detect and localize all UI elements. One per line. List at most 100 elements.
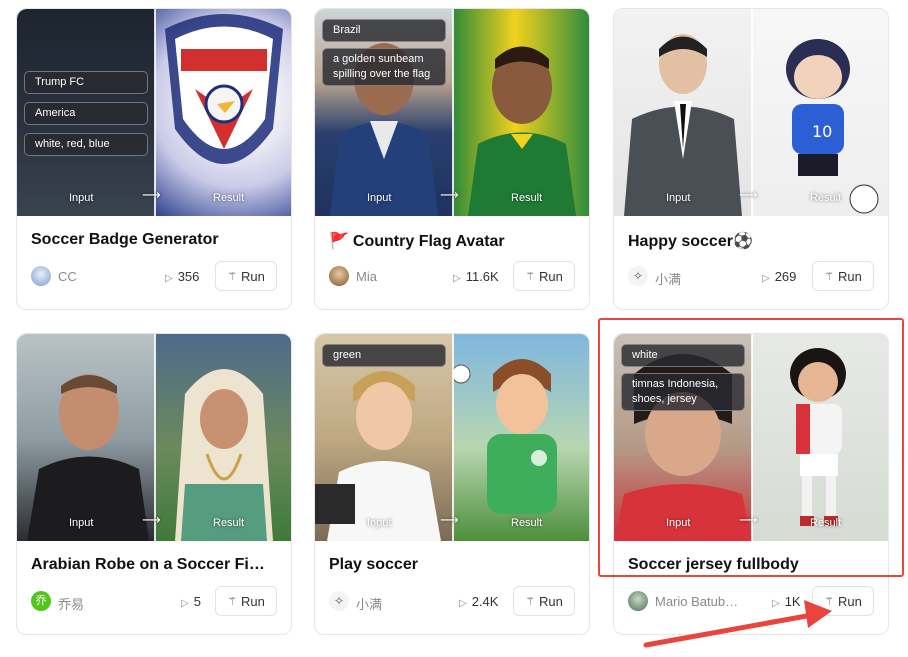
template-card-country-flag[interactable]: Brazil a golden sunbeam spilling over th… xyxy=(314,8,590,310)
run-button-label: Run xyxy=(838,268,862,284)
play-count-value: 5 xyxy=(193,594,201,609)
card-title-text: Country Flag Avatar xyxy=(352,233,505,250)
card-meta: Mario Batub… ▷ 1K ⚚ Run xyxy=(628,586,874,616)
play-icon: ▷ xyxy=(165,273,173,284)
play-count-value: 356 xyxy=(177,269,200,284)
play-count-value: 11.6K xyxy=(465,269,499,284)
result-label: Result xyxy=(511,192,543,204)
play-icon: ▷ xyxy=(181,598,189,609)
play-icon: ▷ xyxy=(772,598,780,609)
magic-wand-icon: ⚚ xyxy=(525,270,535,283)
run-button[interactable]: ⚚ Run xyxy=(215,261,277,291)
card-meta: Mia ▷ 11.6K ⚚ Run xyxy=(329,261,575,291)
svg-text:10: 10 xyxy=(812,122,832,141)
compare-divider xyxy=(452,334,454,541)
arrow-right-icon: ⟶ xyxy=(440,187,459,202)
card-meta: CC ▷ 356 ⚚ Run xyxy=(31,261,277,291)
run-button[interactable]: ⚚ Run xyxy=(513,586,575,616)
template-card-happy-soccer[interactable]: 10 Input ⟶ Result Happy soccer⚽ ✧ 小满 ▷ 26… xyxy=(613,8,889,310)
card-title[interactable]: 🚩 Country Flag Avatar xyxy=(329,231,579,251)
card-title[interactable]: Arabian Robe on a Soccer Fi… xyxy=(31,556,281,574)
run-button[interactable]: ⚚ Run xyxy=(812,586,874,616)
card-meta: ✧ 小满 ▷ 269 ⚚ Run xyxy=(628,261,874,291)
compare-divider xyxy=(452,9,454,216)
input-tag: green xyxy=(322,344,446,367)
author-avatar[interactable] xyxy=(329,266,349,286)
avatar-graphic xyxy=(468,46,576,216)
author-avatar[interactable]: ✧ xyxy=(329,591,349,611)
arrow-right-icon: ⟶ xyxy=(440,512,459,527)
run-button-label: Run xyxy=(241,593,265,609)
play-count: ▷ 356 xyxy=(165,269,199,284)
play-icon: ▷ xyxy=(459,598,467,609)
gallery-stage: Trump FC America white, red, blue Input … xyxy=(0,0,908,657)
template-card-arabian-robe[interactable]: Input ⟶ Result Arabian Robe on a Soccer … xyxy=(16,333,292,635)
input-label: Input xyxy=(666,192,691,204)
author-name[interactable]: Mario Batub… xyxy=(655,594,738,609)
result-preview-image xyxy=(752,334,888,541)
play-count: ▷ 11.6K xyxy=(453,269,499,284)
result-label: Result xyxy=(810,192,842,204)
compare-divider xyxy=(751,334,753,541)
cartoon-child-jersey-graphic xyxy=(790,348,846,526)
magic-wand-icon: ⚚ xyxy=(227,595,237,608)
play-count-value: 269 xyxy=(774,269,797,284)
compare-divider xyxy=(751,9,753,216)
author-avatar[interactable]: 乔 xyxy=(31,591,51,611)
card-title[interactable]: Soccer jersey fullbody xyxy=(628,556,878,574)
card-title[interactable]: Play soccer xyxy=(329,556,579,574)
run-button[interactable]: ⚚ Run xyxy=(513,261,575,291)
result-preview-image xyxy=(155,9,291,216)
author-avatar[interactable]: ✧ xyxy=(628,266,648,286)
cartoon-player-graphic xyxy=(451,359,557,514)
author-name[interactable]: Mia xyxy=(356,269,377,284)
template-card-soccer-jersey[interactable]: white timnas Indonesia, shoes, jersey In… xyxy=(613,333,889,635)
author-avatar[interactable] xyxy=(31,266,51,286)
run-button-label: Run xyxy=(838,593,862,609)
author-name[interactable]: 小满 xyxy=(655,269,681,288)
run-button[interactable]: ⚚ Run xyxy=(215,586,277,616)
result-label: Result xyxy=(810,517,842,529)
play-icon: ▷ xyxy=(453,273,461,284)
result-preview-image xyxy=(155,334,291,541)
author-name[interactable]: 乔易 xyxy=(58,594,84,613)
compare-divider xyxy=(154,9,156,216)
card-title[interactable]: Happy soccer⚽ xyxy=(628,231,878,251)
magic-wand-icon: ⚚ xyxy=(227,270,237,283)
card-meta: 乔 乔易 ▷ 5 ⚚ Run xyxy=(31,586,277,616)
input-label: Input xyxy=(367,517,392,529)
template-card-play-soccer[interactable]: green Input ⟶ Result Play soccer ✧ 小满 ▷ 2… xyxy=(314,333,590,635)
robed-man-graphic xyxy=(175,369,273,541)
arrow-right-icon: ⟶ xyxy=(739,187,758,202)
play-count: ▷ 5 xyxy=(181,594,201,609)
red-flag-icon: 🚩 xyxy=(329,233,349,250)
template-card-soccer-badge[interactable]: Trump FC America white, red, blue Input … xyxy=(16,8,292,310)
input-preview-image xyxy=(614,9,752,216)
author-avatar[interactable] xyxy=(628,591,648,611)
magic-wand-icon: ⚚ xyxy=(525,595,535,608)
play-count-value: 1K xyxy=(784,594,801,609)
magic-wand-icon: ⚚ xyxy=(824,595,834,608)
result-label: Result xyxy=(213,517,245,529)
thumbnail-preview: Brazil a golden sunbeam spilling over th… xyxy=(315,9,589,216)
result-preview-image xyxy=(453,9,589,216)
input-tag: white, red, blue xyxy=(24,133,148,156)
person-photo-graphic xyxy=(27,374,149,541)
card-title[interactable]: Soccer Badge Generator xyxy=(31,231,281,249)
input-tag: Trump FC xyxy=(24,71,148,94)
play-icon: ▷ xyxy=(762,273,770,284)
input-tag: a golden sunbeam spilling over the flag xyxy=(322,48,446,86)
thumbnail-preview: Input ⟶ Result xyxy=(17,334,291,541)
play-count: ▷ 1K xyxy=(772,594,801,609)
cartoon-player-graphic: 10 xyxy=(786,39,879,214)
author-name[interactable]: CC xyxy=(58,269,77,284)
run-button-label: Run xyxy=(539,593,563,609)
input-tag: Brazil xyxy=(322,19,446,42)
thumbnail-preview: white timnas Indonesia, shoes, jersey In… xyxy=(614,334,888,541)
input-preview-image xyxy=(17,334,155,541)
run-button[interactable]: ⚚ Run xyxy=(812,261,874,291)
magic-wand-icon: ⚚ xyxy=(824,270,834,283)
run-button-label: Run xyxy=(539,268,563,284)
thumbnail-preview: Trump FC America white, red, blue Input … xyxy=(17,9,291,216)
author-name[interactable]: 小满 xyxy=(356,594,382,613)
